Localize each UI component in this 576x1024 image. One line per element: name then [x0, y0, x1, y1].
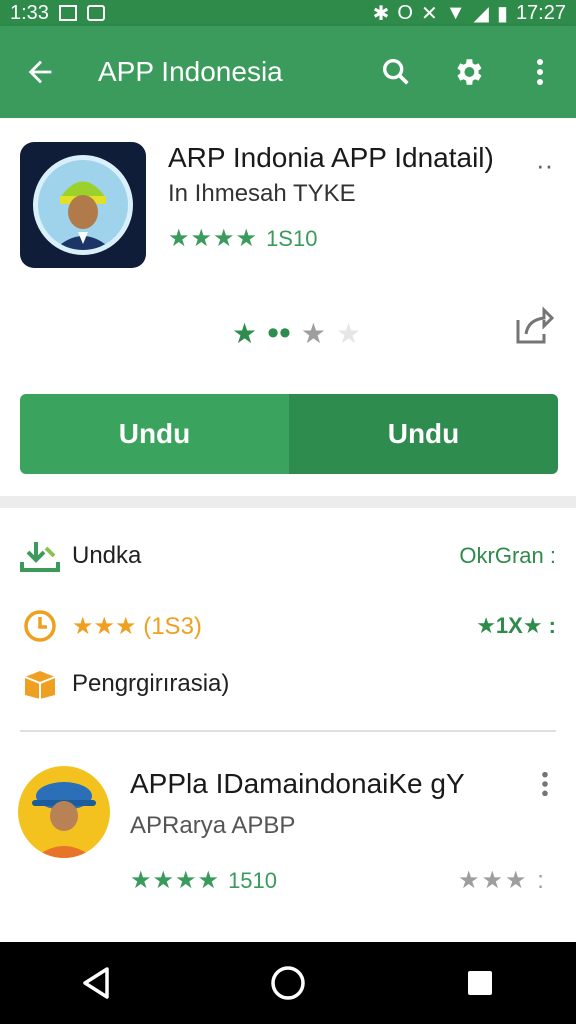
app2-rating-stars: ★★★★ — [130, 867, 221, 894]
more-vert-icon — [537, 59, 543, 85]
alarm-icon: O — [397, 1, 413, 24]
status-bar: 1:33 ✱ O ✕ ▼ ◢ ▮ 17:27 — [0, 0, 576, 26]
app-detail-card: ARP Indonia APP Idnatail) ·· In Ihmesah … — [0, 118, 576, 498]
info-row-rating[interactable]: ★★★ (1S3) ★1X★ : — [20, 606, 556, 646]
download-icon — [20, 536, 60, 576]
info-row-label: ★★★ (1S3) — [72, 612, 202, 640]
app-more-button[interactable]: ·· — [536, 152, 553, 178]
back-arrow-icon — [28, 60, 52, 84]
rating-count: 1S10 — [266, 225, 318, 251]
wifi-icon: ▼ — [445, 1, 466, 24]
app2-rating: ★★★★ 1510 — [130, 866, 277, 895]
app2-more-button[interactable] — [540, 770, 550, 802]
package-icon — [20, 664, 60, 704]
app-icon[interactable] — [20, 142, 146, 268]
download-button-left[interactable]: Undu — [20, 394, 289, 474]
status-time-right: 17:27 — [515, 1, 566, 24]
system-nav-bar — [0, 942, 576, 1024]
app-bar-title: APP Indonesia — [98, 56, 283, 87]
notification-icon-2 — [86, 5, 105, 21]
notification-icon — [58, 5, 77, 21]
app2-avatar[interactable] — [18, 766, 110, 858]
info-row-right: OkrGran : — [459, 543, 556, 568]
app-bar: APP Indonesia — [0, 26, 576, 118]
app-icon-portrait — [33, 155, 133, 255]
back-button[interactable] — [0, 26, 80, 118]
more-horiz-icon: ·· — [536, 150, 554, 180]
square-recents-icon — [468, 971, 492, 995]
bluetooth-icon: ✱ — [372, 2, 390, 25]
app2-developer: APRarya APBP — [130, 812, 296, 839]
screenshot-pager[interactable]: ★ •• ★ ★ — [232, 314, 361, 353]
search-button[interactable] — [360, 26, 432, 118]
clock-icon — [20, 606, 60, 646]
triangle-back-icon — [83, 967, 109, 999]
circle-home-icon — [271, 966, 305, 1000]
app2-title: APPla IDamaindonaiKe gY — [130, 768, 465, 799]
app2-rating-count: 1510 — [228, 867, 278, 893]
info-row-download[interactable]: Undka OkrGran : — [20, 536, 556, 576]
nav-home-button[interactable] — [248, 953, 328, 1013]
rating-stars: ★★★★ — [168, 225, 259, 252]
info-row-label: Undka — [72, 542, 142, 569]
nav-back-button[interactable] — [56, 953, 136, 1013]
signal-icon: ◢ — [473, 2, 489, 25]
pager-dots: •• — [267, 314, 291, 352]
more-vert-icon — [542, 771, 548, 797]
search-icon — [382, 58, 409, 85]
settings-button[interactable] — [432, 26, 504, 118]
overflow-menu-button[interactable] — [504, 26, 576, 118]
vibrate-icon: ✕ — [420, 2, 438, 25]
download-buttons: Undu Undu — [20, 394, 558, 474]
info-row-label: Pengrgirırasia) — [72, 670, 230, 697]
status-time-left: 1:33 — [10, 1, 49, 24]
info-row-right: ★1X★ : — [476, 613, 556, 638]
app-rating: ★★★★ 1S10 — [168, 224, 317, 253]
download-button-right[interactable]: Undu — [289, 394, 558, 474]
share-icon — [516, 306, 555, 344]
nav-recents-button[interactable] — [440, 953, 520, 1013]
pager-star-icon: ★ — [300, 318, 327, 349]
section-divider — [0, 496, 576, 508]
gear-icon — [457, 59, 482, 85]
app-developer: In Ihmesah TYKE — [168, 180, 356, 207]
list-divider — [20, 730, 556, 732]
app2-secondary-stars: ★★★ : — [458, 867, 546, 894]
pager-star-active-icon: ★ — [232, 318, 258, 349]
share-button[interactable] — [514, 306, 555, 346]
info-row-package[interactable]: Pengrgirırasia) — [20, 664, 556, 704]
pager-star-light-icon: ★ — [336, 318, 362, 349]
app-title: ARP Indonia APP Idnatail) — [168, 142, 494, 173]
battery-icon: ▮ — [496, 2, 508, 25]
